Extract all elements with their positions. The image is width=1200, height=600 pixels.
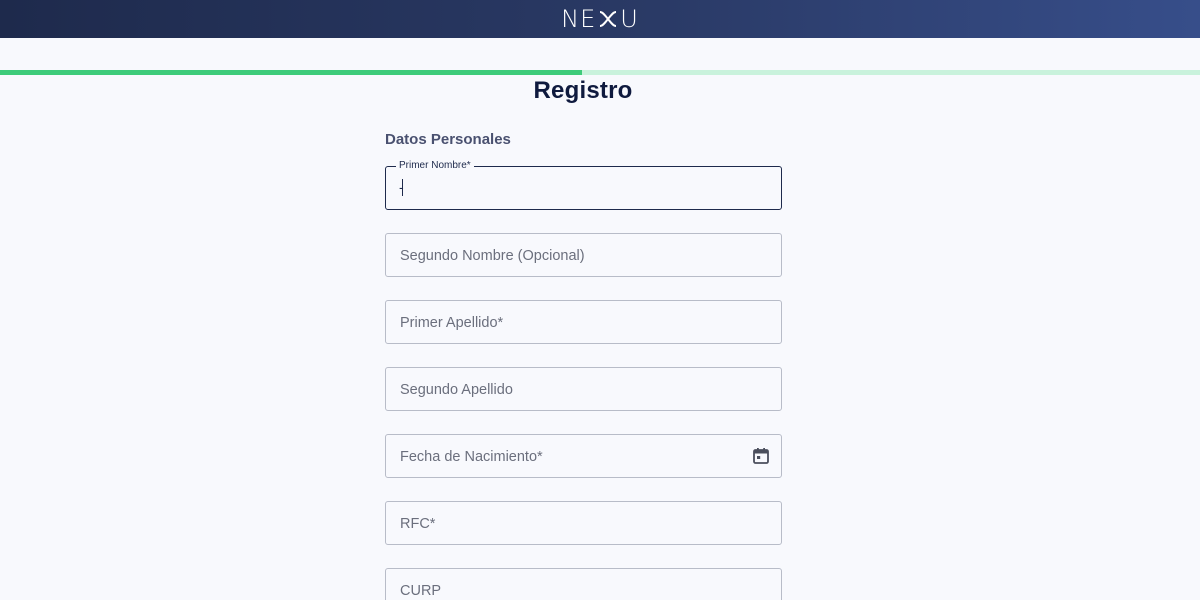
progress-bar	[0, 70, 1200, 75]
second-lastname-placeholder: Segundo Apellido	[400, 382, 513, 398]
progress-fill	[0, 70, 582, 75]
second-lastname-field[interactable]: Segundo Apellido	[385, 367, 782, 411]
top-bar: NE U	[0, 0, 1200, 38]
rfc-placeholder: RFC*	[400, 516, 436, 532]
first-lastname-field[interactable]: Primer Apellido*	[385, 300, 782, 344]
first-lastname-placeholder: Primer Apellido*	[400, 315, 504, 331]
first-name-field[interactable]: Primer Nombre* -	[385, 160, 782, 210]
page-title: Registro	[533, 77, 633, 104]
rfc-field[interactable]: RFC*	[385, 501, 782, 545]
text-caret	[402, 179, 403, 196]
section-label: Datos Personales	[385, 131, 511, 148]
calendar-icon[interactable]	[751, 446, 771, 466]
curp-placeholder: CURP	[400, 583, 442, 599]
logo-x-mark	[599, 11, 617, 27]
second-name-placeholder: Segundo Nombre (Opcional)	[400, 248, 585, 264]
birthdate-field[interactable]: Fecha de Nacimiento*	[385, 434, 782, 478]
nexu-logo[interactable]: NE U	[561, 5, 639, 33]
second-name-field[interactable]: Segundo Nombre (Opcional)	[385, 233, 782, 277]
curp-field[interactable]: CURP	[385, 568, 782, 600]
first-name-label: Primer Nombre*	[396, 160, 474, 171]
birthdate-placeholder: Fecha de Nacimiento*	[400, 449, 543, 465]
